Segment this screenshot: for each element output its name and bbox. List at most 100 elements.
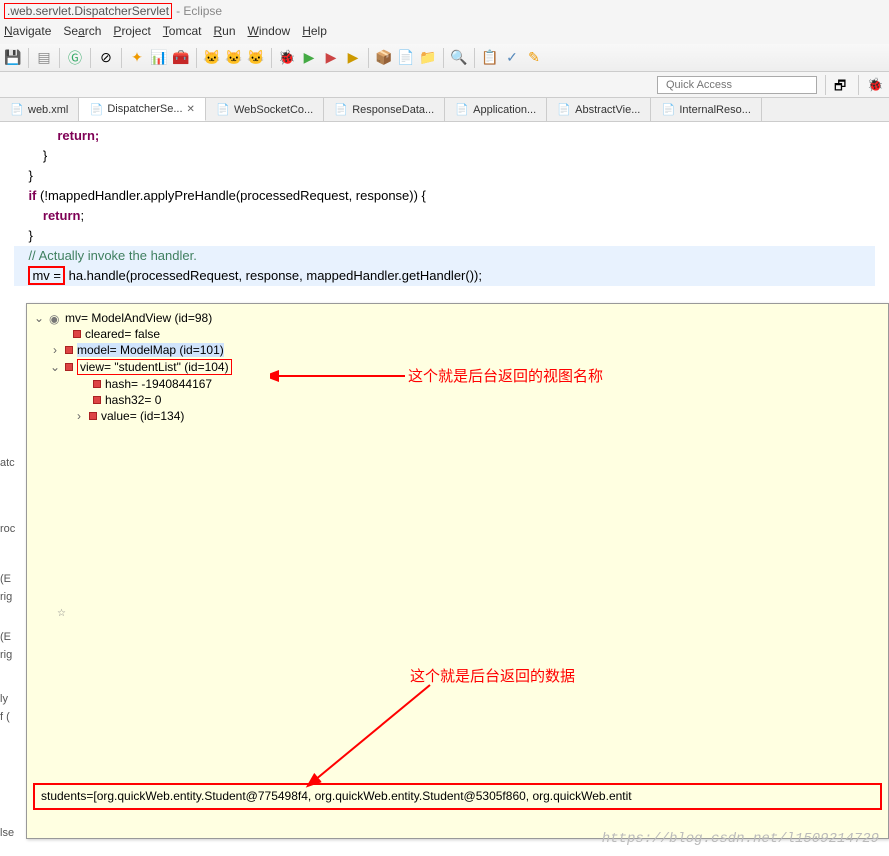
field-icon <box>73 330 81 338</box>
field-icon <box>89 412 97 420</box>
collapse-icon[interactable]: ⌄ <box>49 360 61 374</box>
coverage-icon[interactable]: ▶ <box>322 49 340 67</box>
tree-label: cleared= false <box>85 327 160 341</box>
editor-tabs: 📄 web.xml 📄 DispatcherSe... ✕ 📄 WebSocke… <box>0 98 889 122</box>
title-app-name: - Eclipse <box>176 4 222 18</box>
code-text: ; <box>80 208 84 223</box>
new-package-icon[interactable]: 📦 <box>375 49 393 67</box>
skip-breakpoints-icon[interactable]: ⊘ <box>97 49 115 67</box>
clip-text: atc <box>0 440 26 486</box>
perspective-debug-icon[interactable]: 🐞 <box>867 77 883 93</box>
tab-label: ResponseData... <box>352 104 434 116</box>
tab-label: WebSocketCo... <box>234 104 313 116</box>
quick-access-input[interactable] <box>657 76 817 94</box>
tree-node-root[interactable]: ⌄ ◉ mv= ModelAndView (id=98) <box>33 310 882 326</box>
java-file-icon: 📄 <box>216 103 230 117</box>
tab-response-data[interactable]: 📄 ResponseData... <box>324 98 445 121</box>
tab-abstract-vie[interactable]: 📄 AbstractVie... <box>547 98 651 121</box>
code-editor[interactable]: return; } } if (!mappedHandler.applyPreH… <box>0 122 889 290</box>
menu-help[interactable]: Help <box>302 24 327 42</box>
clip-text: roc <box>0 506 26 552</box>
popup-decoration: ☆ <box>57 608 66 619</box>
field-icon <box>93 396 101 404</box>
menu-project[interactable]: Project <box>113 24 150 42</box>
code-text: } <box>14 228 33 243</box>
menu-run[interactable]: Run <box>213 24 235 42</box>
toolbar-separator <box>443 48 444 68</box>
watermark: https://blog.csdn.net/l1509214729 <box>602 831 879 847</box>
mark-icon[interactable]: ✎ <box>525 49 543 67</box>
field-icon <box>93 380 101 388</box>
menu-window[interactable]: Window <box>248 24 291 42</box>
tab-label: Application... <box>473 104 536 116</box>
annotation-view-name: 这个就是后台返回的视图名称 <box>408 365 603 386</box>
tab-label: AbstractVie... <box>575 104 640 116</box>
menu-tomcat[interactable]: Tomcat <box>163 24 202 42</box>
class-file-icon: 📄 <box>557 103 571 117</box>
annotation-data: 这个就是后台返回的数据 <box>410 665 575 686</box>
menu-search[interactable]: Search <box>63 24 101 42</box>
class-file-icon: 📄 <box>455 103 469 117</box>
tomcat-start-icon[interactable]: 🐱 <box>203 49 221 67</box>
collapse-icon[interactable]: ⌄ <box>33 311 45 325</box>
run-icon[interactable]: ▶ <box>300 49 318 67</box>
tab-dispatcher-servlet[interactable]: 📄 DispatcherSe... ✕ <box>79 98 206 121</box>
close-icon[interactable]: ✕ <box>187 104 195 115</box>
variable-icon: ◉ <box>49 312 61 324</box>
tab-websocket-co[interactable]: 📄 WebSocketCo... <box>206 98 324 121</box>
debug-data-value: students=[org.quickWeb.entity.Student@77… <box>33 783 882 810</box>
tree-label: hash32= 0 <box>105 393 161 407</box>
code-text: } <box>14 168 33 183</box>
new-wizard-icon[interactable]: ✦ <box>128 49 146 67</box>
tab-internal-reso[interactable]: 📄 InternalReso... <box>651 98 762 121</box>
task-icon[interactable]: ✓ <box>503 49 521 67</box>
clip-text: rig <box>0 632 26 678</box>
tab-application[interactable]: 📄 Application... <box>445 98 547 121</box>
tree-node-cleared[interactable]: cleared= false <box>33 326 882 342</box>
tree-node-value[interactable]: › value= (id=134) <box>33 408 882 424</box>
tab-label: DispatcherSe... <box>107 103 182 115</box>
toolbar-separator <box>196 48 197 68</box>
toolbar-separator <box>59 48 60 68</box>
new-type-icon[interactable]: 📄 <box>397 49 415 67</box>
code-text: return; <box>14 128 99 143</box>
toolbar: 💾 ▤ Ⓖ ⊘ ✦ 📊 🧰 🐱 🐱 🐱 🐞 ▶ ▶ ▶ 📦 📄 📁 🔍 📋 ✓ … <box>0 44 889 72</box>
tree-label: model= ModelMap (id=101) <box>77 343 224 357</box>
menu-bar: Navigate Search Project Tomcat Run Windo… <box>0 22 889 44</box>
tree-label: hash= -1940844167 <box>105 377 212 391</box>
search-icon[interactable]: 🔍 <box>450 49 468 67</box>
clip-text: lse <box>0 810 26 856</box>
toolbar-separator <box>858 75 859 95</box>
class-file-icon: 📄 <box>89 102 103 116</box>
code-text: (!mappedHandler.applyPreHandle(processed… <box>36 188 426 203</box>
tab-web-xml[interactable]: 📄 web.xml <box>0 98 79 121</box>
code-comment: // Actually invoke the handler. <box>14 248 197 263</box>
perspective-java-icon[interactable]: 🗗 <box>834 77 850 93</box>
tomcat-stop-icon[interactable]: 🐱 <box>225 49 243 67</box>
menu-navigate[interactable]: Navigate <box>4 24 51 42</box>
toggle-breadcrumb-icon[interactable]: ▤ <box>35 49 53 67</box>
toolbar-separator <box>121 48 122 68</box>
tree-node-model[interactable]: › model= ModelMap (id=101) <box>33 342 882 358</box>
open-type-icon[interactable]: Ⓖ <box>66 49 84 67</box>
tree-node-hash32[interactable]: hash32= 0 <box>33 392 882 408</box>
save-icon[interactable]: 💾 <box>4 49 22 67</box>
toolbox-icon[interactable]: 🧰 <box>172 49 190 67</box>
expand-icon[interactable]: › <box>73 409 85 423</box>
task-list-icon[interactable]: 📋 <box>481 49 499 67</box>
chart-icon[interactable]: 📊 <box>150 49 168 67</box>
xml-file-icon: 📄 <box>10 103 24 117</box>
code-text: ha.handle(processedRequest, response, ma… <box>65 268 482 283</box>
run-last-icon[interactable]: ▶ <box>344 49 362 67</box>
toolbar-separator <box>368 48 369 68</box>
code-indent <box>14 268 28 283</box>
debug-icon[interactable]: 🐞 <box>278 49 296 67</box>
class-file-icon: 📄 <box>661 103 675 117</box>
tomcat-restart-icon[interactable]: 🐱 <box>247 49 265 67</box>
new-folder-icon[interactable]: 📁 <box>419 49 437 67</box>
tab-label: web.xml <box>28 104 68 116</box>
quick-access-bar: 🗗 🐞 <box>0 72 889 98</box>
title-bar: .web.servlet.DispatcherServlet - Eclipse <box>0 0 889 22</box>
code-keyword: if <box>14 188 36 203</box>
expand-icon[interactable]: › <box>49 343 61 357</box>
